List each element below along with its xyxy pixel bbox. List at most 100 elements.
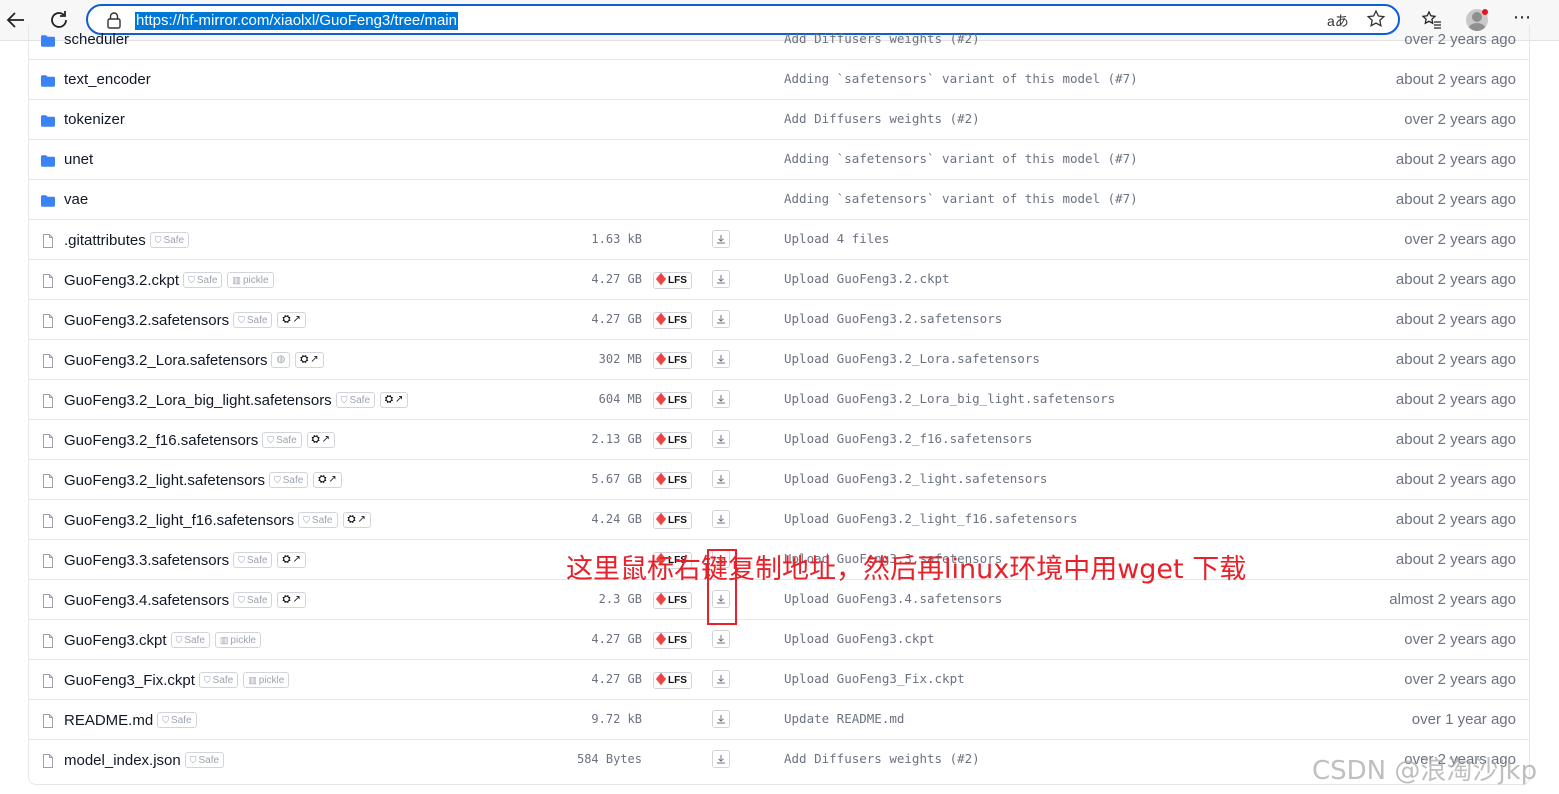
commit-message[interactable]: Upload GuoFeng3.2_Lora_big_light.safeten…: [784, 391, 1115, 406]
download-button[interactable]: [712, 670, 730, 688]
commit-message[interactable]: Upload GuoFeng3.2_light.safetensors: [784, 471, 1047, 486]
lfs-badge[interactable]: LFS: [653, 592, 692, 609]
safe-badge[interactable]: ⛉ Safe: [268, 472, 309, 489]
safetensors-viewer-badge[interactable]: ⛭ ↗: [306, 432, 336, 449]
lfs-badge[interactable]: LFS: [653, 352, 692, 369]
file-row[interactable]: tokenizer Add Diffusers weights (#2) over …: [29, 100, 1529, 140]
file-row[interactable]: scheduler Add Diffusers weights (#2) over …: [29, 20, 1529, 60]
file-row[interactable]: GuoFeng3.2.ckpt ⛉ Safe ▥ pickle 4.27 GB LFS Upl…: [29, 260, 1529, 300]
commit-message[interactable]: Upload GuoFeng3.2_f16.safetensors: [784, 431, 1032, 446]
commit-message[interactable]: Update README.md: [784, 711, 904, 726]
commit-message[interactable]: Adding `safetensors` variant of this mod…: [784, 151, 1138, 166]
safe-badge[interactable]: ⛉ Safe: [149, 232, 190, 249]
commit-message[interactable]: Upload GuoFeng3.2_light_f16.safetensors: [784, 511, 1078, 526]
file-name[interactable]: vae: [64, 191, 88, 208]
commit-message[interactable]: Upload GuoFeng3_Fix.ckpt: [784, 671, 965, 686]
safetensors-viewer-badge[interactable]: ⛭ ↗: [295, 352, 324, 369]
file-name[interactable]: GuoFeng3.3.safetensors ⛉ Safe ⛭ ↗: [64, 551, 311, 569]
file-row[interactable]: README.md ⛉ Safe 9.72 kB Update README.md ove…: [29, 700, 1529, 740]
safe-badge[interactable]: ⛉ Safe: [233, 592, 273, 609]
back-icon[interactable]: [4, 8, 28, 32]
file-row[interactable]: GuoFeng3.2_Lora_big_light.safetensors ⛉ Sa…: [29, 380, 1529, 420]
pickle-badge[interactable]: ▥ pickle: [214, 632, 261, 649]
file-name[interactable]: unet: [64, 151, 93, 168]
safe-badge[interactable]: ⛉ Safe: [198, 672, 239, 689]
file-name[interactable]: GuoFeng3.ckpt ⛉ Safe ▥ pickle: [64, 631, 266, 649]
safetensors-viewer-badge[interactable]: ⛭ ↗: [380, 392, 409, 409]
file-name[interactable]: scheduler: [64, 31, 129, 48]
safe-badge[interactable]: ⛉ Safe: [298, 512, 338, 529]
commit-message[interactable]: Upload GuoFeng3.2.ckpt: [784, 271, 950, 286]
safe-badge[interactable]: ⛉ Safe: [233, 312, 273, 329]
file-name[interactable]: model_index.json ⛉ Safe: [64, 751, 229, 769]
commit-message[interactable]: Adding `safetensors` variant of this mod…: [784, 71, 1138, 86]
safe-badge[interactable]: ⛉ Safe: [183, 272, 223, 289]
safe-badge[interactable]: ⛉ Safe: [233, 552, 273, 569]
file-row[interactable]: GuoFeng3.2_Lora.safetensors ◍ ⛭ ↗ 302 MB LFS U…: [29, 340, 1529, 380]
commit-message[interactable]: Add Diffusers weights (#2): [784, 751, 980, 766]
lfs-badge[interactable]: LFS: [653, 512, 692, 529]
commit-message[interactable]: Upload GuoFeng3.ckpt: [784, 631, 935, 646]
commit-message[interactable]: Upload GuoFeng3.4.safetensors: [784, 591, 1002, 606]
lfs-badge[interactable]: LFS: [653, 472, 692, 489]
pickle-badge[interactable]: ▥ pickle: [243, 672, 290, 689]
download-button[interactable]: [712, 510, 730, 528]
lfs-badge[interactable]: LFS: [653, 672, 692, 689]
safetensors-viewer-badge[interactable]: ⛭ ↗: [277, 312, 306, 329]
download-button[interactable]: [712, 270, 730, 288]
commit-message[interactable]: Upload GuoFeng3.2_Lora.safetensors: [784, 351, 1040, 366]
lfs-badge[interactable]: LFS: [653, 312, 692, 329]
file-row[interactable]: text_encoder Adding `safetensors` variant…: [29, 60, 1529, 100]
safe-badge[interactable]: ⛉ Safe: [184, 752, 225, 769]
scan-badge[interactable]: ◍: [271, 352, 291, 369]
file-row[interactable]: GuoFeng3_Fix.ckpt ⛉ Safe ▥ pickle 4.27 GB LFS U…: [29, 660, 1529, 700]
safe-badge[interactable]: ⛉ Safe: [157, 712, 197, 729]
download-button[interactable]: [712, 470, 730, 488]
download-button[interactable]: [712, 710, 730, 728]
file-name[interactable]: .gitattributes ⛉ Safe: [64, 231, 194, 249]
commit-message[interactable]: Upload 4 files: [784, 231, 889, 246]
file-row[interactable]: GuoFeng3.2_f16.safetensors ⛉ Safe ⛭ ↗ 2.13 GB…: [29, 420, 1529, 460]
safetensors-viewer-badge[interactable]: ⛭ ↗: [277, 552, 306, 569]
download-button[interactable]: [712, 750, 730, 768]
safetensors-viewer-badge[interactable]: ⛭ ↗: [277, 592, 306, 609]
lfs-badge[interactable]: LFS: [653, 392, 692, 409]
safe-badge[interactable]: ⛉ Safe: [335, 392, 376, 409]
file-row[interactable]: GuoFeng3.2_light_f16.safetensors ⛉ Safe ⛭ ↗ 4…: [29, 500, 1529, 540]
safe-badge[interactable]: ⛉ Safe: [170, 632, 210, 649]
file-name[interactable]: GuoFeng3.2.safetensors ⛉ Safe ⛭ ↗: [64, 311, 311, 329]
commit-message[interactable]: Upload GuoFeng3.2.safetensors: [784, 311, 1002, 326]
file-row[interactable]: .gitattributes ⛉ Safe 1.63 kB Upload 4 files…: [29, 220, 1529, 260]
lfs-badge[interactable]: LFS: [653, 432, 692, 449]
file-name[interactable]: GuoFeng3.2_light.safetensors ⛉ Safe ⛭ ↗: [64, 471, 347, 489]
lfs-badge[interactable]: LFS: [653, 632, 692, 649]
file-name[interactable]: README.md ⛉ Safe: [64, 711, 202, 729]
download-button[interactable]: [712, 230, 730, 248]
file-row[interactable]: GuoFeng3.2_light.safetensors ⛉ Safe ⛭ ↗ 5.67 …: [29, 460, 1529, 500]
file-row[interactable]: model_index.json ⛉ Safe 584 Bytes Add Diffus…: [29, 740, 1529, 780]
download-button[interactable]: [712, 630, 730, 648]
file-name[interactable]: text_encoder: [64, 71, 151, 88]
file-name[interactable]: GuoFeng3.2.ckpt ⛉ Safe ▥ pickle: [64, 271, 279, 289]
commit-message[interactable]: Adding `safetensors` variant of this mod…: [784, 191, 1138, 206]
file-name[interactable]: GuoFeng3.2_Lora_big_light.safetensors ⛉ Sa…: [64, 391, 413, 409]
file-row[interactable]: GuoFeng3.ckpt ⛉ Safe ▥ pickle 4.27 GB LFS Uploa…: [29, 620, 1529, 660]
file-row[interactable]: vae Adding `safetensors` variant of this …: [29, 180, 1529, 220]
lfs-badge[interactable]: LFS: [653, 272, 692, 289]
file-name[interactable]: GuoFeng3.2_f16.safetensors ⛉ Safe ⛭ ↗: [64, 431, 340, 449]
file-name[interactable]: GuoFeng3.2_Lora.safetensors ◍ ⛭ ↗: [64, 351, 329, 369]
file-row[interactable]: unet Adding `safetensors` variant of this…: [29, 140, 1529, 180]
file-name[interactable]: GuoFeng3_Fix.ckpt ⛉ Safe ▥ pickle: [64, 671, 294, 689]
pickle-badge[interactable]: ▥ pickle: [227, 272, 274, 289]
download-button[interactable]: [712, 350, 730, 368]
commit-message[interactable]: Add Diffusers weights (#2): [784, 31, 980, 46]
safetensors-viewer-badge[interactable]: ⛭ ↗: [342, 512, 371, 529]
file-row[interactable]: GuoFeng3.2.safetensors ⛉ Safe ⛭ ↗ 4.27 GB LFS U…: [29, 300, 1529, 340]
download-button[interactable]: [712, 390, 730, 408]
file-name[interactable]: tokenizer: [64, 111, 125, 128]
safe-badge[interactable]: ⛉ Safe: [262, 432, 302, 449]
download-button[interactable]: [712, 430, 730, 448]
safetensors-viewer-badge[interactable]: ⛭ ↗: [313, 472, 342, 489]
download-button[interactable]: [712, 310, 730, 328]
file-name[interactable]: GuoFeng3.2_light_f16.safetensors ⛉ Safe ⛭ ↗: [64, 511, 376, 529]
